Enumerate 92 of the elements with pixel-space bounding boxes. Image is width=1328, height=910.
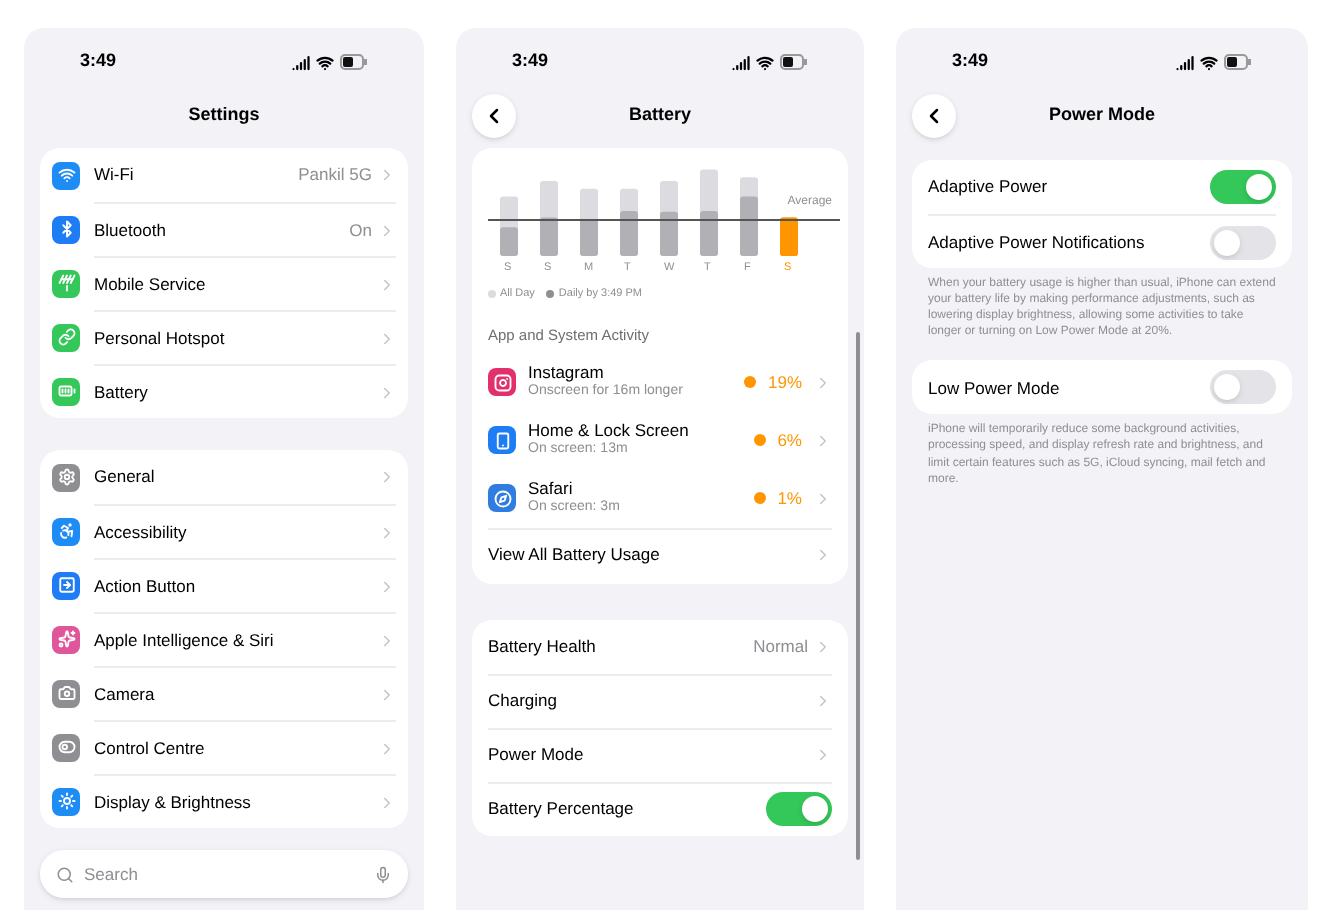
row-label: Camera [94,681,157,707]
settings-row[interactable]: Accessibility [52,504,396,558]
settings-row[interactable]: Battery Percentage [488,781,832,836]
row-value: On [349,217,372,243]
screen-title: Battery [628,102,691,129]
microphone-icon[interactable] [374,865,392,883]
settings-row[interactable]: General [52,450,396,504]
status-time: 3:49 [512,48,549,75]
toggle-switch[interactable] [1210,370,1276,405]
battery-status-icon [780,54,808,70]
row-label: Adaptive Power Notifications [928,229,1147,255]
chevron-icon [378,577,396,595]
settings-row[interactable]: Apple Intelligence & Siri [52,612,396,666]
usage-percent: 19% [767,369,802,396]
row-label: Low Power Mode [928,375,1062,401]
row-label: Adaptive Power [928,174,1050,200]
usage-percent: 6% [777,427,802,454]
chevron-icon [378,468,396,486]
signal-icon [1176,53,1194,71]
row-label: Apple Intelligence & Siri [94,627,276,653]
settings-row[interactable]: Mobile Service [52,256,396,310]
settings-row[interactable]: Display & Brightness [52,774,396,828]
chevron-icon [814,637,832,656]
chevron-icon [378,793,396,811]
search-icon [56,865,74,883]
settings-row[interactable]: Personal Hotspot [52,310,396,364]
battery-status-icon [340,54,368,70]
settings-row[interactable]: Wi-Fi Pankil 5G [52,148,396,202]
app-name: Instagram [528,364,606,384]
chevron-icon [378,329,396,347]
screen-title: Settings [188,102,260,129]
chevron-icon [814,489,832,508]
row-label: Display & Brightness [94,789,253,815]
status-time: 3:49 [952,48,989,75]
row-label: Power Mode [488,742,586,769]
chevron-icon [378,383,396,401]
signal-icon [732,53,750,71]
settings-row[interactable]: Camera [52,666,396,720]
chevron-icon [378,739,396,757]
screen-title: Power Mode [1048,102,1155,129]
row-label: Personal Hotspot [94,325,227,351]
settings-row[interactable]: Action Button [52,558,396,612]
settings-row[interactable]: Low Power Mode [928,360,1276,415]
view-all-row[interactable]: View All Battery Usage [488,527,832,580]
settings-row[interactable]: Charging [488,673,832,728]
settings-row[interactable]: Bluetooth On [52,202,396,256]
chevron-icon [378,523,396,541]
wifi-status-icon [1200,53,1218,71]
toggle-switch[interactable] [1210,225,1276,259]
row-label: Control Centre [94,735,207,761]
wifi-status-icon [756,53,774,71]
row-label: Charging [488,688,559,715]
settings-row[interactable]: Power Mode [488,727,832,782]
chevron-icon [814,431,832,450]
row-label: Bluetooth [94,217,168,243]
app-name: Safari [528,480,575,500]
row-label: Accessibility [94,519,189,545]
usage-percent: 1% [777,485,802,512]
back-button[interactable] [912,94,956,138]
chevron-icon [378,275,396,293]
toggle-switch[interactable] [1210,170,1276,204]
row-value: Normal [753,633,808,660]
settings-row[interactable]: Battery [52,364,396,418]
row-label: View All Battery Usage [488,541,662,568]
status-time: 3:49 [80,48,117,75]
battery-status-icon [1224,54,1252,70]
chevron-icon [814,545,832,564]
signal-icon [292,53,310,71]
settings-row[interactable]: Control Centre [52,720,396,774]
wifi-status-icon [316,53,334,71]
toggle-switch[interactable] [766,792,832,827]
chevron-icon [814,692,832,711]
chevron-icon [378,685,396,703]
settings-row[interactable]: Adaptive Power [928,160,1276,214]
row-label: General [94,464,157,490]
chevron-icon [378,631,396,649]
row-value: Pankil 5G [298,162,372,188]
chevron-icon [378,166,396,184]
chevron-icon [814,746,832,765]
settings-row[interactable]: Battery Health Normal [488,619,832,674]
row-label: Battery Percentage [488,796,636,823]
row-label: Battery [94,379,150,405]
search-placeholder: Search [84,861,140,887]
app-name: Home & Lock Screen [528,422,691,442]
row-label: Action Button [94,573,198,599]
row-label: Battery Health [488,633,598,660]
chevron-icon [814,373,832,392]
settings-row[interactable]: Adaptive Power Notifications [928,214,1276,268]
row-label: Wi-Fi [94,162,136,188]
back-button[interactable] [472,94,516,138]
row-label: Mobile Service [94,271,208,297]
chevron-icon [378,221,396,239]
